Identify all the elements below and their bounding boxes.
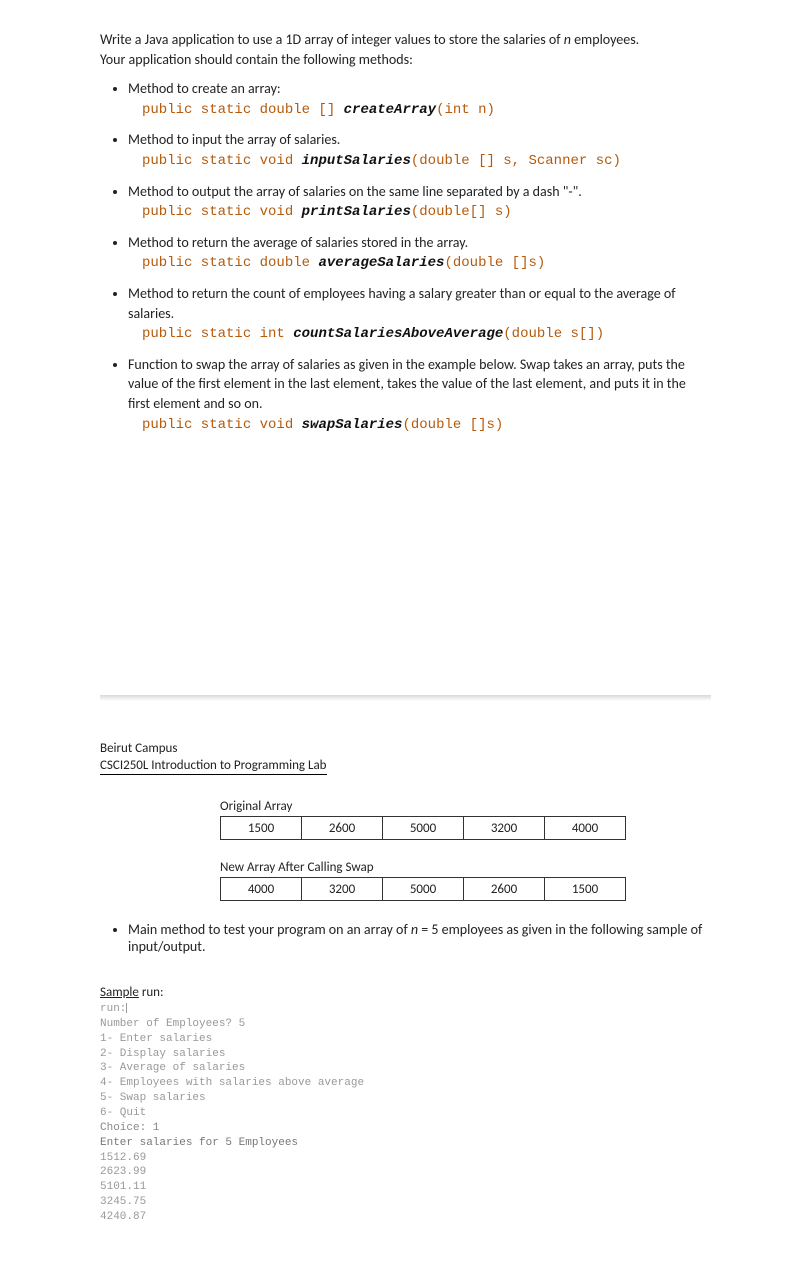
page-gap [0, 465, 801, 695]
intro-line2: Your application should contain the foll… [100, 50, 711, 70]
main-method-note: Main method to test your program on an a… [100, 921, 711, 955]
method-item: Method to return the average of salaries… [128, 233, 711, 274]
method-item: Method to input the array of salaries. p… [128, 130, 711, 171]
array-cell: 2600 [464, 878, 545, 901]
method-signature: public static void inputSalaries(double … [142, 152, 711, 172]
array-cell: 5000 [383, 878, 464, 901]
array-cell: 1500 [545, 878, 626, 901]
array-cell: 2600 [302, 817, 383, 840]
method-desc: Function to swap the array of salaries a… [128, 355, 711, 414]
method-signature: public static int countSalariesAboveAver… [142, 325, 711, 345]
method-desc: Method to input the array of salaries. [128, 130, 711, 150]
original-array-table: 1500 2600 5000 3200 4000 [220, 816, 626, 840]
methods-list: Method to create an array: public static… [100, 79, 711, 435]
main-note-item: Main method to test your program on an a… [128, 921, 711, 955]
sample-run-heading: Sample run: [100, 985, 711, 1000]
swapped-array-table: 4000 3200 5000 2600 1500 [220, 877, 626, 901]
cursor-icon [126, 1003, 127, 1013]
method-desc: Method to create an array: [128, 79, 711, 99]
method-item: Method to output the array of salaries o… [128, 182, 711, 223]
array-cell: 1500 [221, 817, 302, 840]
method-signature: public static void swapSalaries(double [… [142, 416, 711, 436]
array-cell: 3200 [302, 878, 383, 901]
method-signature: public static void printSalaries(double[… [142, 203, 711, 223]
intro-part2: employees. [571, 31, 639, 48]
intro-part1: Write a Java application to use a 1D arr… [100, 31, 564, 48]
method-item: Function to swap the array of salaries a… [128, 355, 711, 435]
array-cell: 5000 [383, 817, 464, 840]
method-desc: Method to return the average of salaries… [128, 233, 711, 253]
sample-run-output: run: Number of Employees? 5 1- Enter sal… [100, 1002, 711, 1225]
swapped-array-block: New Array After Calling Swap 4000 3200 5… [220, 860, 711, 901]
method-item: Method to create an array: public static… [128, 79, 711, 120]
original-array-block: Original Array 1500 2600 5000 3200 4000 [220, 799, 711, 840]
course-label: CSCI250L Introduction to Programming Lab [100, 758, 327, 775]
array-cell: 4000 [221, 878, 302, 901]
array-cell: 3200 [464, 817, 545, 840]
intro-n: n [564, 31, 571, 48]
swapped-array-label: New Array After Calling Swap [220, 860, 711, 875]
method-signature: public static double averageSalaries(dou… [142, 254, 711, 274]
method-item: Method to return the count of employees … [128, 284, 711, 345]
intro-text: Write a Java application to use a 1D arr… [100, 30, 711, 69]
assignment-page-2: Beirut Campus CSCI250L Introduction to P… [0, 701, 801, 1245]
original-array-label: Original Array [220, 799, 711, 814]
method-desc: Method to return the count of employees … [128, 284, 711, 323]
campus-label: Beirut Campus [100, 741, 711, 756]
assignment-page-1: Write a Java application to use a 1D arr… [0, 0, 801, 465]
method-desc: Method to output the array of salaries o… [128, 182, 711, 202]
method-signature: public static double [] createArray(int … [142, 101, 711, 121]
array-cell: 4000 [545, 817, 626, 840]
